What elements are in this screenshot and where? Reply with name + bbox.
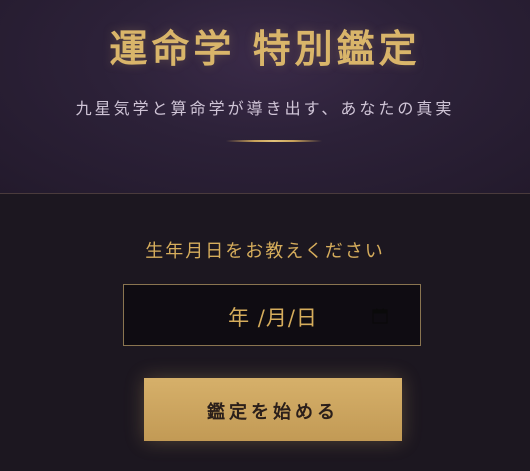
page-subtitle: 九星気学と算命学が導き出す、あなたの真実 [75, 99, 455, 118]
header-divider [226, 140, 322, 142]
page-title: 運命学 特別鑑定 [109, 26, 421, 71]
page-header: 運命学 特別鑑定 九星気学と算命学が導き出す、あなたの真実 [0, 0, 530, 194]
birthdate-prompt: 生年月日をお教えください [145, 241, 385, 262]
birthdate-form: 生年月日をお教えください 年 /月/日 鑑定を始める [0, 194, 530, 471]
calendar-icon[interactable] [372, 308, 388, 324]
start-reading-button-label: 鑑定を始める [207, 402, 339, 422]
start-reading-button[interactable]: 鑑定を始める [144, 378, 402, 441]
birthdate-input[interactable]: 年 /月/日 [123, 284, 421, 346]
